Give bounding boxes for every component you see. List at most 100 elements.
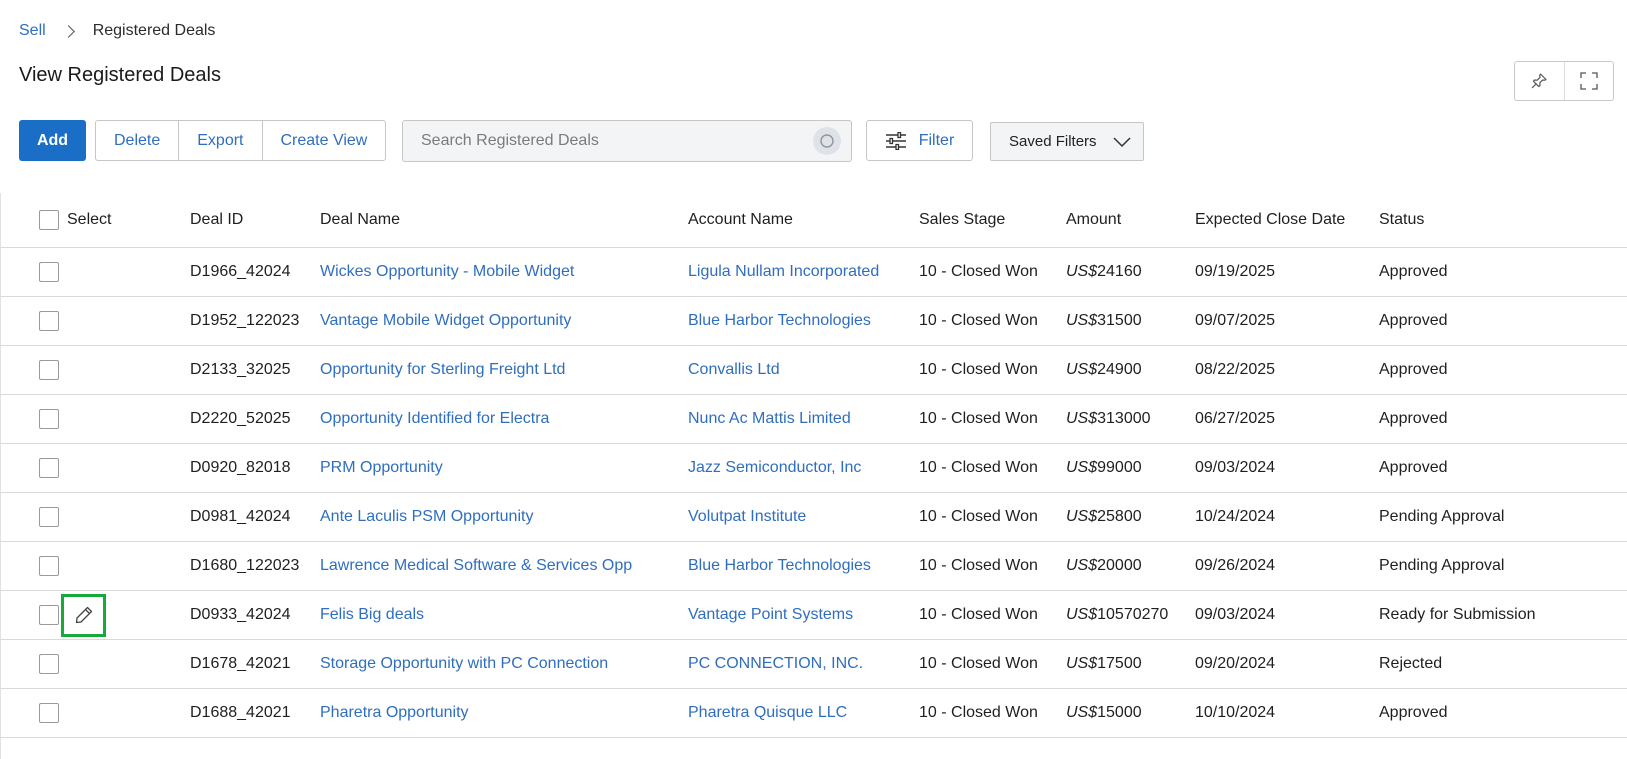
cell-account-name-link[interactable]: Vantage Point Systems xyxy=(688,590,919,640)
row-checkbox[interactable] xyxy=(39,702,59,723)
header-deal-name[interactable]: Deal Name xyxy=(320,193,688,248)
pin-button[interactable] xyxy=(1515,62,1564,100)
cell-deal-name-link[interactable]: Felis Big deals xyxy=(320,590,688,640)
filter-button[interactable]: Filter xyxy=(866,120,973,161)
cell-deal-id: D2133_32025 xyxy=(190,345,320,395)
cell-close-date: 09/07/2025 xyxy=(1195,296,1379,346)
cell-sales-stage: 10 - Closed Won xyxy=(919,590,1066,640)
export-button[interactable]: Export xyxy=(178,121,261,160)
row-checkbox[interactable] xyxy=(39,653,59,674)
cell-status: Approved xyxy=(1379,443,1627,493)
cell-deal-id: D1680_122023 xyxy=(190,541,320,591)
amount-value: 24900 xyxy=(1097,360,1142,378)
cell-deal-name-link[interactable]: Ante Laculis PSM Opportunity xyxy=(320,492,688,542)
table-row: D1678_42021 Storage Opportunity with PC … xyxy=(0,639,1627,689)
table-row: D1966_42024 Wickes Opportunity - Mobile … xyxy=(0,247,1627,297)
cell-account-name-link[interactable]: Nunc Ac Mattis Limited xyxy=(688,394,919,444)
cell-deal-id: D0981_42024 xyxy=(190,492,320,542)
add-button[interactable]: Add xyxy=(19,120,86,161)
cell-account-name-link[interactable]: PC CONNECTION, INC. xyxy=(688,639,919,689)
table-row: D0933_42024 Felis Big deals Vantage Poin… xyxy=(0,590,1627,640)
cell-deal-name-link[interactable]: Opportunity Identified for Electra xyxy=(320,394,688,444)
cell-status: Approved xyxy=(1379,688,1627,738)
cell-deal-id: D1688_42021 xyxy=(190,688,320,738)
cell-status: Pending Approval xyxy=(1379,492,1627,542)
breadcrumb: Sell Registered Deals xyxy=(19,20,215,42)
table-row: D1688_42021 Pharetra Opportunity Pharetr… xyxy=(0,688,1627,738)
header-close-date[interactable]: Expected Close Date xyxy=(1195,193,1379,248)
cell-amount: US$25800 xyxy=(1066,492,1195,542)
action-button-group: Delete Export Create View xyxy=(95,120,387,161)
chevron-right-icon xyxy=(61,24,75,38)
cell-status: Approved xyxy=(1379,296,1627,346)
cell-deal-name-link[interactable]: Lawrence Medical Software & Services Opp xyxy=(320,541,688,591)
amount-currency: US$ xyxy=(1066,311,1098,329)
deals-table: Select Deal ID Deal Name Account Name Sa… xyxy=(0,193,1627,738)
cell-sales-stage: 10 - Closed Won xyxy=(919,345,1066,395)
row-checkbox[interactable] xyxy=(39,506,59,527)
delete-button[interactable]: Delete xyxy=(96,121,178,160)
header-select: Select xyxy=(0,193,190,248)
header-account-name[interactable]: Account Name xyxy=(688,193,919,248)
cell-status: Approved xyxy=(1379,345,1627,395)
search-input[interactable] xyxy=(403,132,813,150)
cell-amount: US$24160 xyxy=(1066,247,1195,297)
cell-account-name-link[interactable]: Ligula Nullam Incorporated xyxy=(688,247,919,297)
table-row: D2220_52025 Opportunity Identified for E… xyxy=(0,394,1627,444)
cell-deal-name-link[interactable]: PRM Opportunity xyxy=(320,443,688,493)
cell-account-name-link[interactable]: Blue Harbor Technologies xyxy=(688,296,919,346)
cell-deal-name-link[interactable]: Opportunity for Sterling Freight Ltd xyxy=(320,345,688,395)
cell-account-name-link[interactable]: Convallis Ltd xyxy=(688,345,919,395)
cell-account-name-link[interactable]: Volutpat Institute xyxy=(688,492,919,542)
breadcrumb-link-sell[interactable]: Sell xyxy=(19,22,46,40)
header-amount[interactable]: Amount xyxy=(1066,193,1195,248)
table-row: D0981_42024 Ante Laculis PSM Opportunity… xyxy=(0,492,1627,542)
saved-filters-dropdown[interactable]: Saved Filters xyxy=(990,122,1144,161)
cell-account-name-link[interactable]: Jazz Semiconductor, Inc xyxy=(688,443,919,493)
amount-currency: US$ xyxy=(1066,703,1098,721)
cell-account-name-link[interactable]: Pharetra Quisque LLC xyxy=(688,688,919,738)
amount-value: 20000 xyxy=(1097,556,1142,574)
row-checkbox[interactable] xyxy=(39,261,59,282)
cell-account-name-link[interactable]: Blue Harbor Technologies xyxy=(688,541,919,591)
cell-sales-stage: 10 - Closed Won xyxy=(919,492,1066,542)
cell-status: Rejected xyxy=(1379,639,1627,689)
sliders-icon xyxy=(885,131,906,150)
header-status[interactable]: Status xyxy=(1379,193,1627,248)
cell-deal-name-link[interactable]: Wickes Opportunity - Mobile Widget xyxy=(320,247,688,297)
edit-button[interactable] xyxy=(61,593,106,637)
cell-amount: US$313000 xyxy=(1066,394,1195,444)
header-sales-stage[interactable]: Sales Stage xyxy=(919,193,1066,248)
search-button[interactable] xyxy=(813,127,841,155)
saved-filters-label: Saved Filters xyxy=(1009,133,1097,150)
row-checkbox[interactable] xyxy=(39,310,59,331)
cell-amount: US$24900 xyxy=(1066,345,1195,395)
amount-value: 99000 xyxy=(1097,458,1142,476)
search-box xyxy=(402,120,852,162)
cell-deal-id: D1952_122023 xyxy=(190,296,320,346)
row-select-cell xyxy=(0,639,190,689)
row-checkbox[interactable] xyxy=(39,359,59,380)
cell-deal-name-link[interactable]: Storage Opportunity with PC Connection xyxy=(320,639,688,689)
amount-value: 15000 xyxy=(1097,703,1142,721)
fullscreen-button[interactable] xyxy=(1563,62,1614,100)
cell-deal-name-link[interactable]: Pharetra Opportunity xyxy=(320,688,688,738)
row-select-cell xyxy=(0,590,190,640)
pencil-icon xyxy=(75,606,92,624)
row-checkbox[interactable] xyxy=(39,408,59,429)
select-all-checkbox[interactable] xyxy=(39,209,59,230)
cell-deal-name-link[interactable]: Vantage Mobile Widget Opportunity xyxy=(320,296,688,346)
cell-close-date: 10/10/2024 xyxy=(1195,688,1379,738)
row-checkbox[interactable] xyxy=(39,457,59,478)
row-checkbox[interactable] xyxy=(39,555,59,576)
cell-close-date: 09/26/2024 xyxy=(1195,541,1379,591)
cell-sales-stage: 10 - Closed Won xyxy=(919,443,1066,493)
header-deal-id[interactable]: Deal ID xyxy=(190,193,320,248)
row-select-cell xyxy=(0,296,190,346)
create-view-button[interactable]: Create View xyxy=(261,121,386,160)
row-checkbox[interactable] xyxy=(39,604,59,625)
search-icon xyxy=(820,134,834,148)
amount-currency: US$ xyxy=(1066,556,1098,574)
amount-value: 25800 xyxy=(1097,507,1142,525)
cell-status: Approved xyxy=(1379,394,1627,444)
